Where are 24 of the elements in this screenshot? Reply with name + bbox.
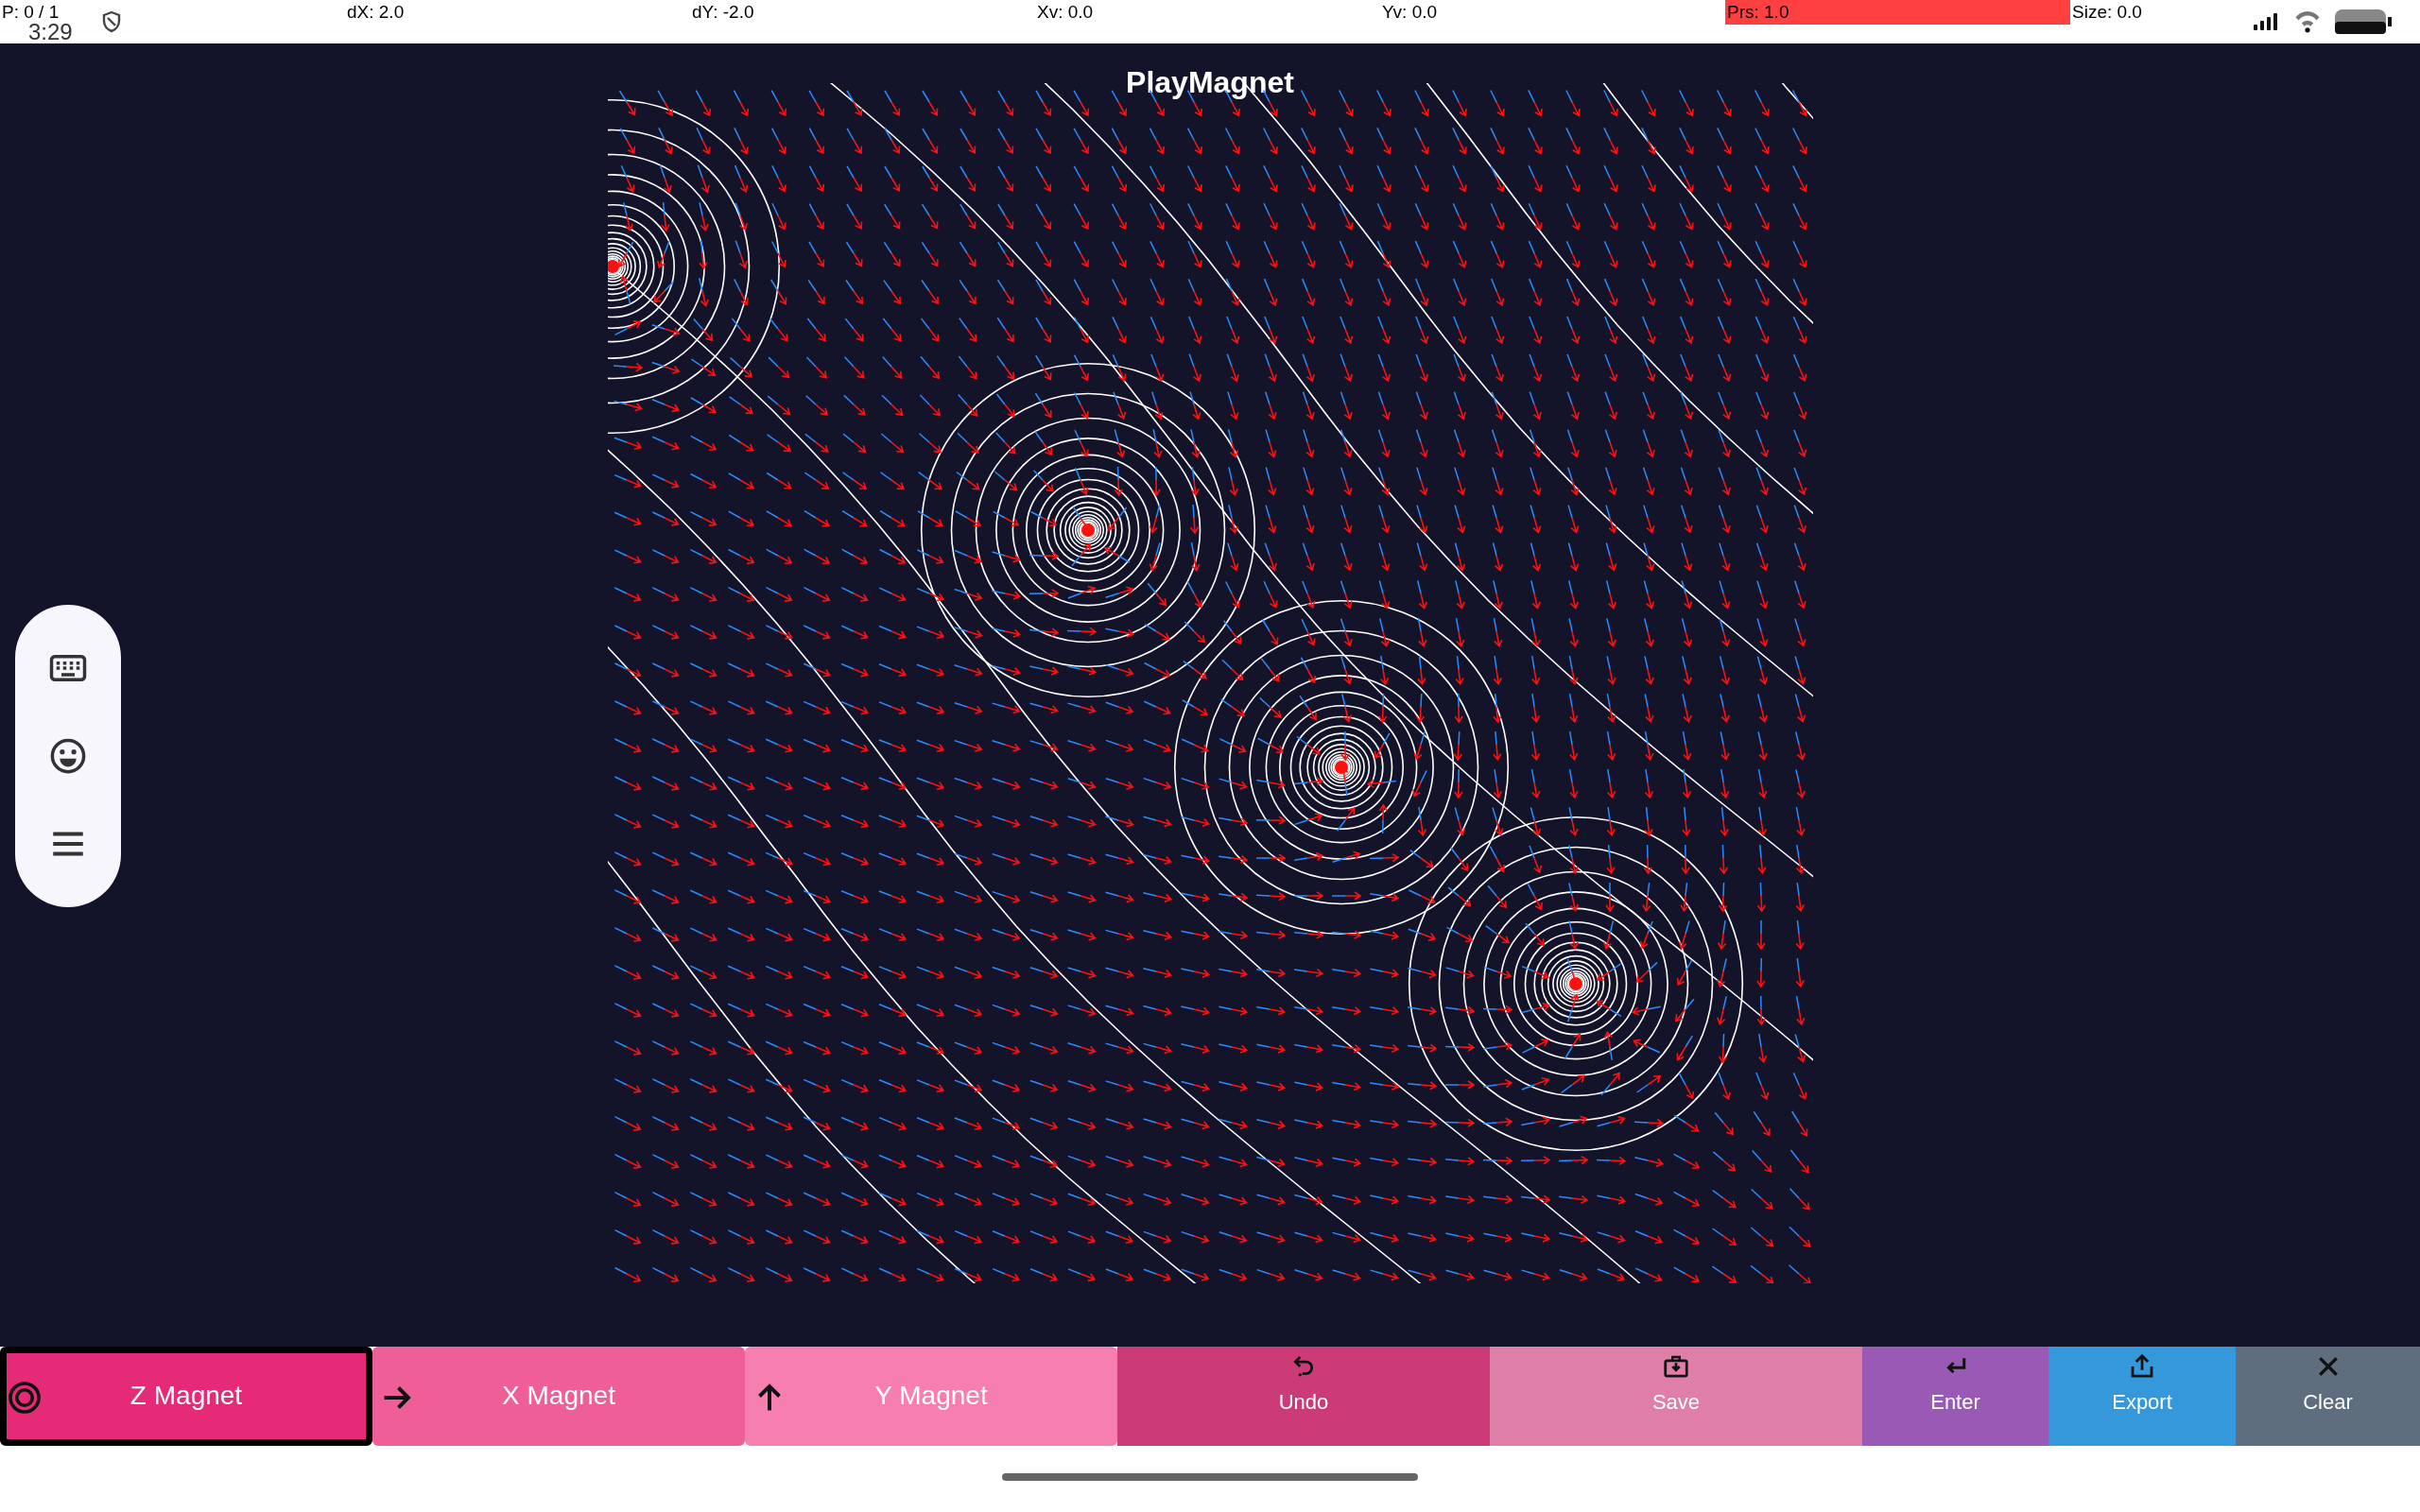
status-reading: Yv: 0.0 [1381,1,1438,24]
action-button[interactable]: Save [1490,1346,1862,1446]
signal-icon [2252,11,2280,32]
action-button[interactable]: Export [2048,1346,2236,1446]
clock: 3:29 [28,21,73,43]
status-reading: dY: -2.0 [691,1,754,24]
target-icon [8,1380,42,1415]
action-button[interactable]: Clear [2236,1346,2420,1446]
smiley-icon[interactable] [48,736,88,776]
wifi-icon [2293,9,2322,34]
status-reading: Prs: 1.0 [1725,0,2070,25]
status-reading: dX: 2.0 [346,1,405,24]
shield-icon [100,9,123,34]
status-reading: P: 0 / 1 [1,1,60,24]
magnet-mode-button[interactable]: Z Magnet [0,1346,372,1446]
action-button[interactable]: Undo [1117,1346,1490,1446]
action-button[interactable]: Enter [1862,1346,2048,1446]
app-title: PlayMagnet [1126,64,1294,100]
home-indicator[interactable] [1002,1472,1418,1481]
magnet-mode-button[interactable]: Y Magnet [745,1346,1117,1446]
magnet-mode-button[interactable]: X Magnet [372,1346,745,1446]
battery-icon [2335,9,2392,34]
status-reading: Size: 0.0 [2071,1,2142,24]
status-reading: Xv: 0.0 [1036,1,1094,24]
